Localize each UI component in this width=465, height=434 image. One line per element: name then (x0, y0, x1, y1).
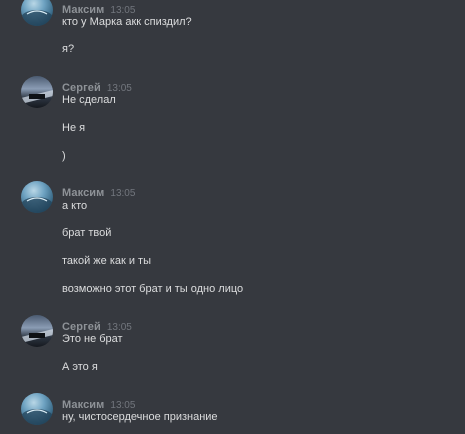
user-avatar[interactable] (21, 393, 53, 425)
user-avatar[interactable] (21, 315, 53, 347)
message-text: Не я (62, 122, 86, 134)
message-header: Сергей 13:05 (62, 78, 132, 94)
message-header: Максим 13:05 (62, 183, 136, 199)
user-avatar[interactable] (21, 0, 53, 26)
message-text: такой же как и ты (62, 255, 152, 267)
user-avatar[interactable] (21, 181, 53, 213)
message-text: кто у Марка акк спиздил? (62, 16, 192, 28)
message-text: ) (62, 150, 66, 162)
message-text: возможно этот брат и ты одно лицо (62, 283, 244, 295)
chat-message-list: Максим 13:05 кто у Марка акк спиздил? я? … (0, 0, 465, 434)
author-name[interactable]: Максим (62, 187, 104, 199)
message-text: а кто (62, 200, 88, 212)
message-text: брат твой (62, 227, 112, 239)
message-header: Сергей 13:05 (62, 317, 132, 333)
user-avatar[interactable] (21, 76, 53, 108)
message-header: Максим 13:05 (62, 395, 135, 411)
message-text: Это не брат (62, 333, 123, 345)
message-text: А это я (62, 361, 98, 373)
message-timestamp: 13:05 (110, 188, 136, 199)
message-header: Максим 13:05 (62, 0, 135, 16)
message-text: я? (62, 43, 75, 55)
message-text: Не сделал (62, 94, 116, 106)
message-text: ну, чистосердечное признание (62, 411, 218, 423)
